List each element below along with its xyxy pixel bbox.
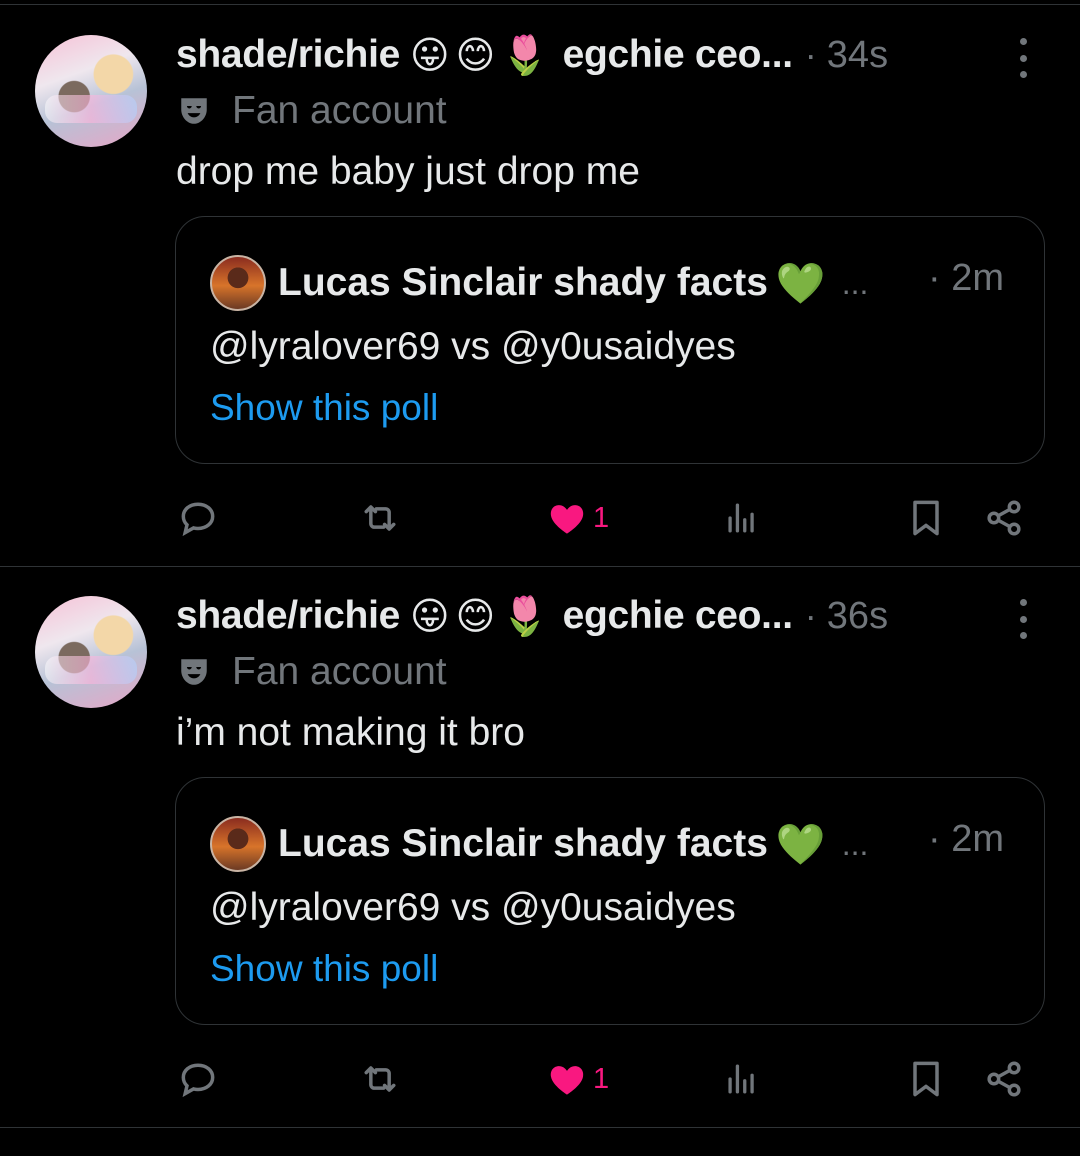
quoted-author-name: Lucas Sinclair shady facts (278, 261, 768, 304)
quoted-tweet[interactable]: Lucas Sinclair shady facts 💚 ... · 2m @l… (175, 216, 1045, 464)
quoted-text: @lyralover69 vs @y0usaidyes (210, 325, 736, 368)
emoji-tulip: 🌷 (501, 33, 549, 77)
action-bar: 1 (0, 480, 1080, 552)
bookmark-icon[interactable] (904, 496, 948, 540)
emoji-smile: 😊 (455, 594, 496, 638)
emoji-tongue: 😛 (410, 33, 450, 77)
tweet[interactable]: shade/richie 😛 😊 🌷 egchie ceo... · 34s F… (0, 0, 1080, 560)
quoted-header: Lucas Sinclair shady facts 💚 ... (278, 253, 868, 313)
tweet-header: shade/richie 😛 😊 🌷 egchie ceo... · 34s (176, 30, 888, 80)
show-poll-link[interactable]: Show this poll (210, 948, 438, 990)
heart-icon (550, 505, 584, 534)
quoted-ellipsis: ... (841, 264, 869, 301)
quoted-author-name: Lucas Sinclair shady facts (278, 822, 768, 865)
green-heart-icon: 💚 (775, 822, 826, 867)
like-count: 1 (593, 501, 610, 534)
heart-icon (550, 1066, 584, 1095)
more-icon[interactable] (1008, 599, 1038, 639)
emoji-tongue: 😛 (410, 594, 450, 638)
tweet-text: drop me baby just drop me (176, 150, 640, 193)
reply-icon[interactable] (176, 1057, 220, 1101)
like-button[interactable]: 1 (545, 496, 609, 540)
quoted-timestamp: · 2m (928, 257, 1004, 299)
theater-mask-icon (176, 93, 212, 129)
label-text: Fan account (232, 89, 447, 132)
emoji-smile: 😊 (455, 33, 496, 77)
author-handle[interactable]: egchie ceo... (563, 594, 794, 638)
quoted-tweet[interactable]: Lucas Sinclair shady facts 💚 ... · 2m @l… (175, 777, 1045, 1025)
avatar[interactable] (35, 35, 147, 147)
reply-icon[interactable] (176, 496, 220, 540)
tweet-text: i’m not making it bro (176, 711, 525, 754)
separator: · (804, 34, 817, 75)
retweet-icon[interactable] (356, 496, 404, 540)
tweet-header: shade/richie 😛 😊 🌷 egchie ceo... · 36s (176, 591, 888, 641)
quoted-avatar (210, 255, 266, 311)
quoted-timestamp: · 2m (928, 818, 1004, 860)
label-text: Fan account (232, 650, 447, 693)
account-label: Fan account (176, 88, 447, 134)
like-button[interactable]: 1 (545, 1057, 609, 1101)
more-icon[interactable] (1008, 38, 1038, 78)
author-handle[interactable]: egchie ceo... (563, 33, 794, 77)
avatar[interactable] (35, 596, 147, 708)
quoted-ellipsis: ... (841, 825, 869, 862)
action-bar: 1 (0, 1041, 1080, 1113)
timestamp[interactable]: 34s (827, 34, 888, 77)
bottom-divider (0, 1127, 1080, 1128)
bookmark-icon[interactable] (904, 1057, 948, 1101)
share-icon[interactable] (982, 496, 1026, 540)
author-name[interactable]: shade/richie (176, 33, 400, 77)
retweet-icon[interactable] (356, 1057, 404, 1101)
separator: · (804, 595, 817, 636)
theater-mask-icon (176, 654, 212, 690)
author-name[interactable]: shade/richie (176, 594, 400, 638)
views-icon[interactable] (720, 496, 764, 540)
like-count: 1 (593, 1062, 610, 1095)
green-heart-icon: 💚 (775, 261, 826, 306)
views-icon[interactable] (720, 1057, 764, 1101)
share-icon[interactable] (982, 1057, 1026, 1101)
timestamp[interactable]: 36s (827, 595, 888, 638)
quoted-text: @lyralover69 vs @y0usaidyes (210, 886, 736, 929)
quoted-header: Lucas Sinclair shady facts 💚 ... (278, 814, 868, 874)
show-poll-link[interactable]: Show this poll (210, 387, 438, 429)
tweet[interactable]: shade/richie 😛 😊 🌷 egchie ceo... · 36s F… (0, 561, 1080, 1121)
quoted-avatar (210, 816, 266, 872)
emoji-tulip: 🌷 (501, 594, 549, 638)
account-label: Fan account (176, 649, 447, 695)
